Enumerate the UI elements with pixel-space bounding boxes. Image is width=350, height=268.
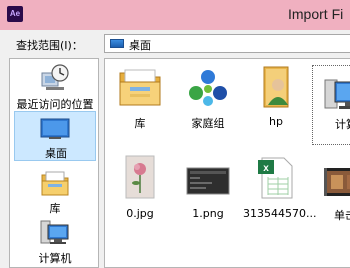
computer-icon — [40, 220, 69, 244]
file-item-1-png[interactable]: 1.png — [175, 155, 241, 235]
video-file-icon — [324, 168, 350, 196]
file-item-hp[interactable]: hp — [243, 63, 309, 143]
image-thumbnail-icon — [125, 155, 155, 199]
file-item-libraries[interactable]: 库 — [107, 63, 173, 143]
file-item-video[interactable]: 单击 — [312, 155, 350, 235]
sidebar-item-libraries[interactable]: 库 — [14, 167, 96, 217]
file-item-label: 1.png — [192, 207, 224, 220]
file-item-0-jpg[interactable]: 0.jpg — [107, 155, 173, 235]
svg-text:x: x — [263, 163, 269, 174]
sidebar-item-label: 最近访问的位置 — [16, 98, 94, 111]
sidebar-item-label: 库 — [49, 202, 61, 215]
sidebar-item-desktop[interactable]: 桌面 — [14, 111, 96, 161]
excel-file-icon: x — [258, 157, 293, 199]
user-folder-icon — [263, 66, 289, 108]
computer-icon — [324, 79, 350, 109]
look-in-label: 查找范围(I)： — [16, 39, 83, 52]
file-item-label: 家庭组 — [191, 117, 225, 130]
title-bar: Ae Import Fi — [0, 0, 350, 30]
file-item-label: 单击 — [334, 209, 350, 222]
sidebar-item-label: 计算机 — [38, 252, 72, 265]
file-item-computer[interactable]: 计算 — [312, 65, 350, 145]
file-item-label: 库 — [134, 117, 146, 130]
desktop-icon — [40, 118, 70, 139]
desktop-icon — [110, 39, 124, 48]
image-thumbnail-icon — [186, 167, 230, 195]
after-effects-app-icon: Ae — [7, 6, 23, 22]
file-item-label: 计算 — [335, 118, 350, 131]
look-in-value: 桌面 — [129, 39, 151, 52]
sidebar-item-label: 桌面 — [45, 147, 67, 160]
libraries-icon — [41, 171, 69, 196]
file-item-label: 313544570... — [243, 207, 317, 220]
sidebar-item-recent-places[interactable]: 最近访问的位置 — [14, 61, 96, 111]
window-title: Import Fi — [288, 6, 344, 22]
homegroup-icon — [189, 70, 227, 106]
places-sidebar: 最近访问的位置 桌面 库 计算机 — [9, 58, 99, 268]
file-item-label: hp — [269, 115, 283, 128]
sidebar-item-computer[interactable]: 计算机 — [14, 219, 96, 267]
file-item-homegroup[interactable]: 家庭组 — [175, 63, 241, 143]
recent-places-icon — [41, 64, 69, 90]
file-list-pane: 库 家庭组 hp 计算 — [104, 58, 350, 268]
file-item-label: 0.jpg — [126, 207, 154, 220]
library-folder-icon — [119, 69, 161, 106]
file-item-xlsx[interactable]: x 313544570... — [243, 155, 317, 235]
look-in-dropdown[interactable]: 桌面 — [104, 34, 350, 53]
